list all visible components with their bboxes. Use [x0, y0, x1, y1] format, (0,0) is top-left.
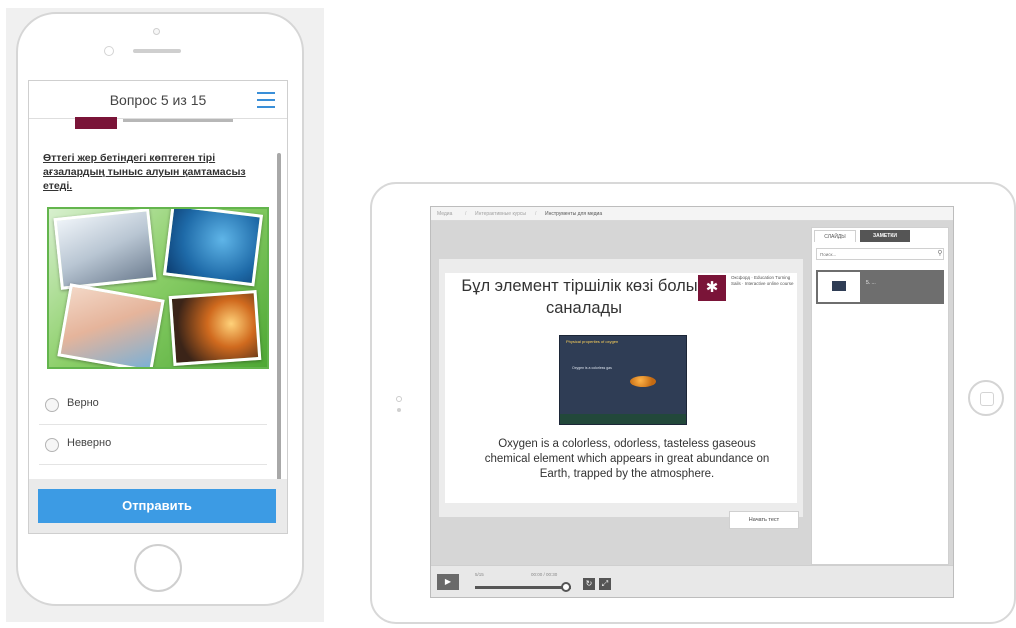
slide-thumbnail — [818, 272, 860, 302]
question-image-collage — [47, 207, 269, 369]
brand-logo-caption — [123, 119, 233, 122]
question-text: Өттегі жер бетіндегі көптеген тірі ағзал… — [43, 152, 246, 192]
replay-button[interactable]: ↻ — [583, 578, 595, 590]
slide-thumbnail-item[interactable]: 5. ... — [816, 270, 944, 304]
breadcrumb-item[interactable]: Медиа — [437, 207, 452, 221]
phone-screen: Вопрос 5 из 15 Өттегі жер бетіндегі көпт… — [28, 80, 288, 534]
play-icon: ▶ — [444, 577, 452, 586]
fish-icon — [630, 376, 656, 387]
slide-title: Бұл элемент тіршілік көзі болып саналады — [461, 277, 707, 317]
slide-caption: Oxygen is a colorless, odorless, tastele… — [484, 438, 770, 480]
seek-bar[interactable] — [475, 586, 571, 589]
quiz-progress-label: Вопрос 5 из 15 — [109, 92, 207, 108]
answer-option-label: Верно — [67, 397, 99, 409]
radio-false[interactable] — [45, 438, 59, 452]
breadcrumb-item-current: Инструменты для медиа — [545, 211, 603, 217]
phone-camera — [153, 28, 160, 35]
phone-home-button[interactable] — [134, 544, 182, 592]
slide-thumbnail-label: 5. ... — [866, 280, 876, 286]
breadcrumb-separator: / — [535, 211, 537, 217]
slide-illustration: Physical properties of oxygen Oxygen is … — [559, 335, 687, 425]
answer-option-false[interactable]: Неверно — [39, 425, 267, 465]
fullscreen-button[interactable]: ⤢ — [599, 578, 611, 590]
radio-true[interactable] — [45, 398, 59, 412]
scuba-diver-photo — [162, 209, 264, 287]
submit-button[interactable]: Отправить — [38, 489, 276, 523]
sidebar-search: ⚲ — [816, 248, 944, 260]
search-icon[interactable]: ⚲ — [935, 249, 945, 259]
tablet-camera — [396, 396, 402, 402]
quiz-header: Вопрос 5 из 15 — [29, 81, 287, 119]
slide-brand-logo: ✱ — [698, 275, 726, 301]
breadcrumb-item[interactable]: Интерактивные курсы — [475, 207, 526, 221]
time-readout: 00:00 / 00:30 — [531, 572, 558, 577]
seek-handle[interactable] — [561, 582, 572, 592]
breadcrumb: Медиа / Интерактивные курсы / Инструмент… — [431, 207, 953, 221]
tab-slides[interactable]: СЛАЙДЫ — [814, 230, 856, 242]
play-button[interactable]: ▶ — [437, 574, 459, 590]
phone-frame: Вопрос 5 из 15 Өттегі жер бетіндегі көпт… — [16, 12, 304, 606]
hand-photo — [57, 283, 165, 367]
phone-sensor — [104, 46, 114, 56]
tablet-screen: Медиа / Интерактивные курсы / Инструмент… — [430, 206, 954, 598]
phone-speaker — [133, 49, 181, 53]
fullscreen-icon: ⤢ — [601, 579, 609, 588]
replay-icon: ↻ — [585, 579, 593, 588]
answer-option-true[interactable]: Верно — [39, 385, 267, 425]
slide-viewport: Бұл элемент тіршілік көзі болып саналады… — [439, 259, 803, 517]
slide-thumbnail-image — [832, 281, 846, 291]
illustration-seafloor — [560, 414, 686, 424]
sun-icon: ✱ — [705, 279, 719, 296]
phone-scrollbar[interactable] — [277, 153, 281, 483]
mountain-climber-photo — [53, 209, 157, 290]
tablet-home-button[interactable] — [968, 380, 1004, 416]
illustration-title: Physical properties of oxygen — [566, 339, 619, 344]
quiz-footer: Отправить — [29, 479, 287, 533]
slide-counter: 5/15 — [475, 572, 484, 577]
answer-option-label: Неверно — [67, 437, 112, 449]
start-test-button[interactable]: Начать тест — [729, 511, 799, 529]
illustration-text: Oxygen is a colorless gas — [572, 366, 612, 370]
menu-icon[interactable] — [257, 92, 275, 108]
slide: Бұл элемент тіршілік көзі болып саналады… — [445, 273, 797, 503]
slide-logo-text: Оксфорд · Education Turning Sails · Inte… — [731, 275, 794, 286]
fire-photo — [168, 290, 262, 366]
brand-logo — [75, 117, 117, 129]
player-controls: ▶ 5/15 00:00 / 00:30 ↻ ⤢ — [431, 565, 953, 597]
tab-notes[interactable]: ЗАМЕТКИ — [860, 230, 910, 242]
breadcrumb-separator: / — [465, 211, 467, 217]
slides-sidebar: СЛАЙДЫ ЗАМЕТКИ ⚲ 5. ... — [811, 227, 949, 565]
tablet-mic — [397, 408, 401, 412]
search-input[interactable] — [820, 249, 930, 259]
